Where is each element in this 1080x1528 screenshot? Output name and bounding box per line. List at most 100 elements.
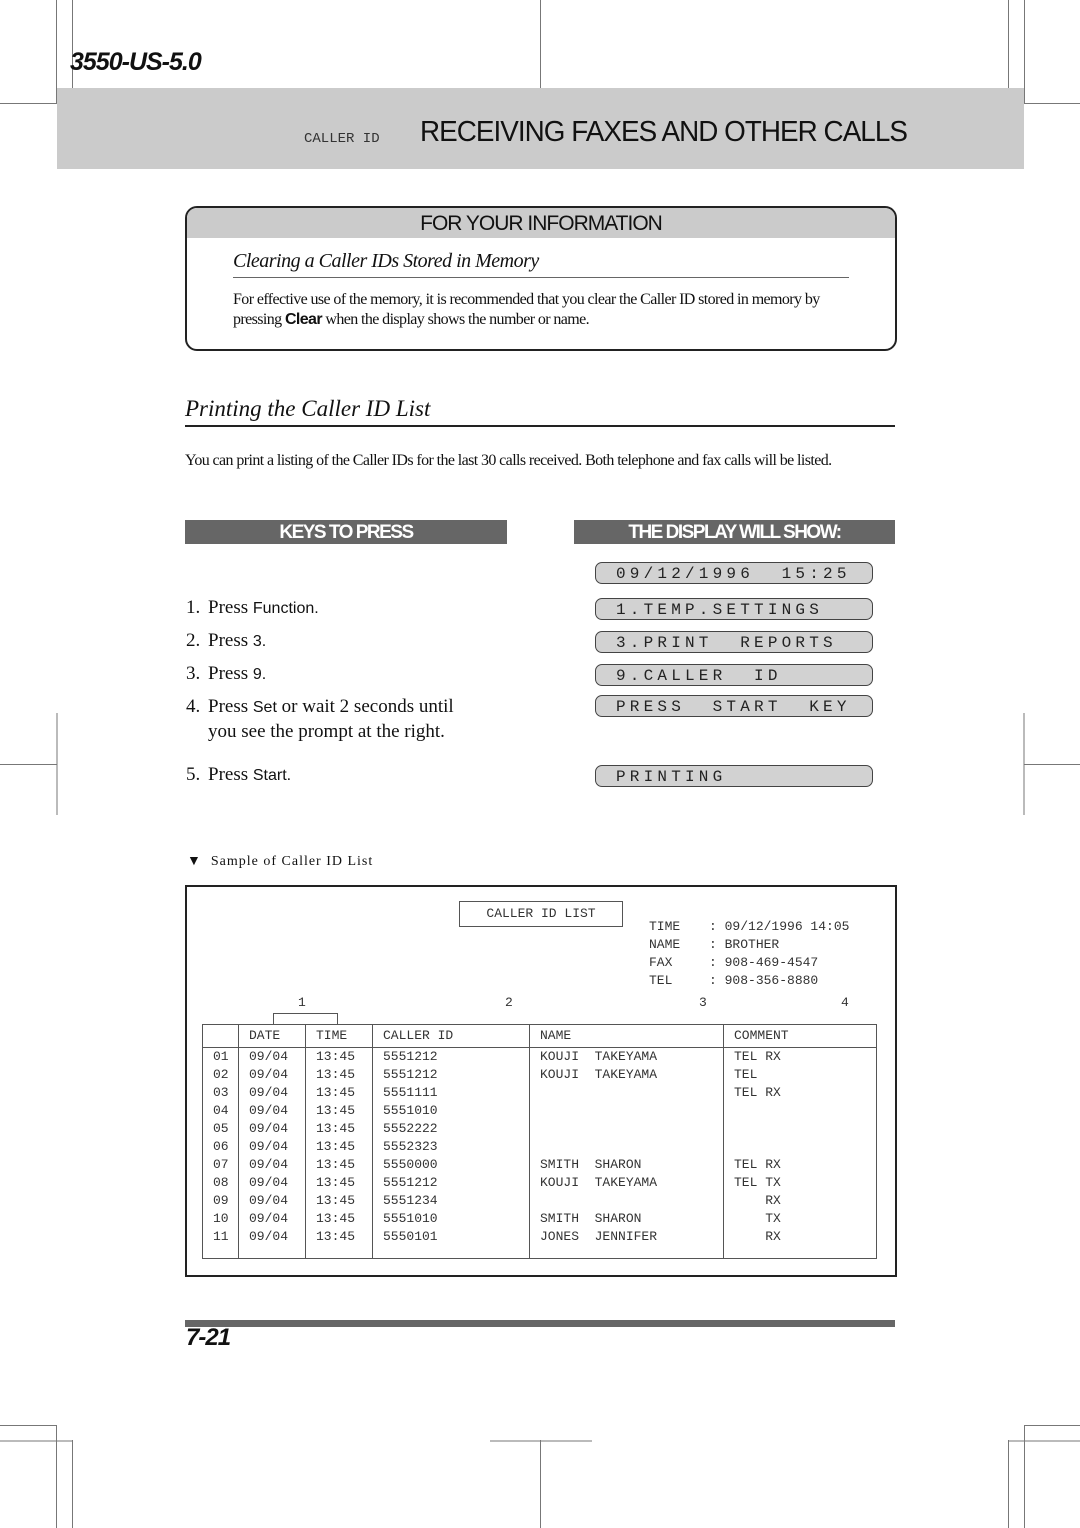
crop-mark (0, 1440, 72, 1442)
time-cell: 13:45 (305, 1102, 373, 1120)
date-cell: 09/04 (238, 1066, 306, 1084)
comment-cell: TX (723, 1210, 877, 1228)
row-number: 03 (202, 1084, 239, 1102)
name-cell: KOUJI TAKEYAMA (529, 1066, 724, 1084)
table-row: 04 09/04 13:45 5551010 (202, 1102, 877, 1120)
step-4: 4. Press Set or wait 2 seconds until you s… (186, 695, 454, 744)
callout-4: 4 (841, 995, 849, 1010)
callout-3: 3 (699, 995, 707, 1010)
time-cell: 13:45 (305, 1192, 373, 1210)
comment-cell: TEL RX (723, 1156, 877, 1174)
lcd-display-press-start: PRESS START KEY (595, 695, 873, 717)
step-5: 5. Press Start. (186, 763, 291, 788)
sample-caption: ▼ Sample of Caller ID List (187, 854, 373, 870)
caller-id-cell: 5552222 (372, 1120, 530, 1138)
name-cell: KOUJI TAKEYAMA (529, 1174, 724, 1192)
name-cell: JONES JENNIFER (529, 1228, 724, 1246)
name-cell (529, 1192, 724, 1210)
table-row: 01 09/04 13:45 5551212 KOUJI TAKEYAMA TEL RX (202, 1047, 877, 1066)
step-text: Press (208, 597, 253, 618)
field-value: 908-356-8880 (724, 973, 819, 988)
caller-id-list-title: CALLER ID LIST (459, 901, 623, 927)
section-title: Printing the Caller ID List (185, 396, 895, 427)
table-row: 06 09/04 13:45 5552323 (202, 1138, 877, 1156)
time-cell: 13:45 (305, 1156, 373, 1174)
caption-text: Sample of Caller ID List (210, 854, 374, 869)
step-text: Press (208, 764, 253, 785)
column-header-time: TIME (305, 1024, 373, 1048)
step-3: 3. Press 9. (186, 662, 266, 687)
header-field-tel: TEL: 908-356-8880 (649, 973, 819, 988)
table-row: 05 09/04 13:45 5552222 (202, 1120, 877, 1138)
step-number: 1. (186, 597, 201, 618)
info-box-subtitle: Clearing a Caller IDs Stored in Memory (233, 250, 849, 278)
step-text: or wait 2 seconds until (276, 696, 454, 717)
date-cell: 09/04 (238, 1102, 306, 1120)
step-text: . (286, 767, 292, 784)
crop-mark (1024, 103, 1080, 104)
callout-1: 1 (298, 995, 306, 1010)
comment-cell (723, 1120, 877, 1138)
table-row: 07 09/04 13:45 5550000 SMITH SHARON TEL RX (202, 1156, 877, 1174)
comment-cell: RX (723, 1228, 877, 1246)
step-number: 3. (186, 663, 201, 684)
row-number: 08 (202, 1174, 239, 1192)
caller-id-cell: 5551212 (372, 1066, 530, 1084)
chapter-title: RECEIVING FAXES AND OTHER CALLS (420, 116, 908, 148)
field-value: 908-469-4547 (724, 955, 819, 970)
lcd-display-printing: PRINTING (595, 765, 873, 787)
chapter-header-band: CALLER ID RECEIVING FAXES AND OTHER CALL… (57, 88, 1024, 169)
comment-cell (723, 1138, 877, 1156)
page-number: 7-21 (186, 1324, 231, 1351)
date-cell: 09/04 (238, 1210, 306, 1228)
step-text: . (314, 600, 319, 617)
triangle-down-icon: ▼ (187, 854, 202, 869)
lcd-display-date: 09/12/1996 15:25 (595, 562, 873, 584)
row-number: 09 (202, 1192, 239, 1210)
key-9: 9 (252, 666, 262, 683)
info-box: FOR YOUR INFORMATION Clearing a Caller I… (185, 206, 897, 351)
crop-mark (0, 1425, 57, 1426)
info-text: when the display shows the number or nam… (321, 311, 589, 328)
date-cell: 09/04 (238, 1120, 306, 1138)
date-cell: 09/04 (238, 1228, 306, 1246)
step-1: 1. Press Function. (186, 596, 319, 621)
info-box-body: For effective use of the memory, it is r… (233, 290, 853, 330)
crop-mark (1024, 1425, 1025, 1528)
step-text: you see the prompt at the right. (208, 721, 445, 742)
step-text: . (261, 633, 267, 650)
crop-mark (1024, 1425, 1080, 1426)
name-cell (529, 1120, 724, 1138)
name-cell: SMITH SHARON (529, 1210, 724, 1228)
crop-mark (1008, 0, 1009, 88)
comment-cell: TEL RX (723, 1084, 877, 1102)
header-field-time: TIME: 09/12/1996 14:05 (649, 919, 850, 934)
step-text: . (261, 666, 267, 683)
date-cell: 09/04 (238, 1174, 306, 1192)
crop-mark (1008, 1440, 1009, 1528)
table-row: 10 09/04 13:45 5551010 SMITH SHARON TX (202, 1210, 877, 1228)
row-number: 07 (202, 1156, 239, 1174)
field-label: NAME (649, 937, 681, 952)
column-header-comment: COMMENT (723, 1024, 877, 1048)
row-number: 02 (202, 1066, 239, 1084)
header-field-fax: FAX: 908-469-4547 (649, 955, 819, 970)
crop-mark (72, 1440, 73, 1528)
table-row: 03 09/04 13:45 5551111 TEL RX (202, 1084, 877, 1102)
step-text: Press (208, 696, 253, 717)
name-cell: KOUJI TAKEYAMA (529, 1047, 724, 1066)
lcd-display-print-reports: 3.PRINT REPORTS (595, 631, 873, 653)
time-cell: 13:45 (305, 1228, 373, 1246)
column-header-date: DATE (238, 1024, 306, 1048)
date-cell: 09/04 (238, 1084, 306, 1102)
caller-id-list-sample: CALLER ID LIST TIME: 09/12/1996 14:05 NA… (185, 885, 897, 1277)
row-number: 06 (202, 1138, 239, 1156)
crop-mark (56, 1425, 57, 1528)
keys-to-press-header: KEYS TO PRESS (185, 520, 507, 544)
caller-id-cell: 5551234 (372, 1192, 530, 1210)
table-row: 08 09/04 13:45 5551212 KOUJI TAKEYAMA TEL TX (202, 1174, 877, 1192)
table-row: 02 09/04 13:45 5551212 KOUJI TAKEYAMA TEL (202, 1066, 877, 1084)
table-footer-spacer (202, 1246, 877, 1259)
step-number: 4. (186, 696, 201, 717)
callout-2: 2 (505, 995, 513, 1010)
